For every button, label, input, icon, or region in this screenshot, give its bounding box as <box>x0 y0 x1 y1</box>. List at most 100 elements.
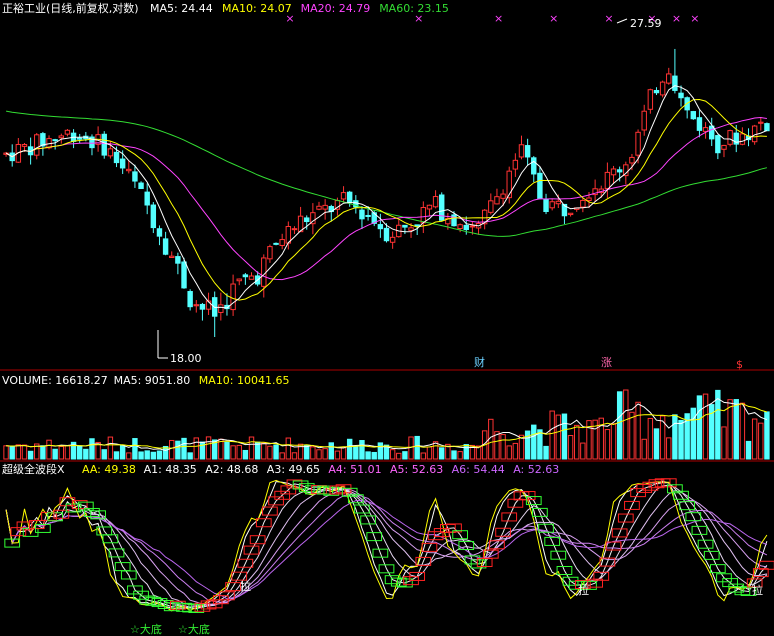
candle <box>58 135 65 139</box>
candle <box>279 239 285 246</box>
signal-x-marker: × <box>549 12 558 25</box>
volume-bar <box>76 445 83 460</box>
volume-bar <box>52 448 58 460</box>
volume-bar <box>463 444 469 460</box>
candle <box>635 131 641 156</box>
candle <box>494 196 500 205</box>
volume-bar <box>310 446 316 460</box>
marker-dollar[interactable]: $ <box>736 358 743 371</box>
volume-bar <box>500 434 506 460</box>
candle <box>672 75 678 91</box>
price-pane[interactable]: × × × × × × × × 27.59 18.00 财 涨 $ <box>3 12 770 371</box>
volume-bar <box>715 389 721 460</box>
volume-bar <box>205 436 212 460</box>
candle <box>346 191 353 204</box>
candle <box>524 145 531 158</box>
volume-bar <box>144 450 150 460</box>
candle <box>340 192 347 200</box>
pull-label: 拉 <box>752 583 763 597</box>
marker-cai[interactable]: 财 <box>474 355 485 369</box>
candle <box>261 257 267 287</box>
volume-bar <box>647 417 654 460</box>
candle <box>304 217 310 223</box>
candle <box>567 212 574 216</box>
indicator-legend-item: A5: 52.63 <box>390 463 443 476</box>
candle <box>132 171 138 182</box>
candle <box>727 130 733 145</box>
candle <box>107 148 114 157</box>
candle <box>359 209 365 220</box>
high-label: 27.59 <box>630 17 662 30</box>
volume-bar <box>64 445 71 460</box>
candle <box>531 157 537 175</box>
volume-bar <box>359 440 365 460</box>
candle <box>52 139 58 142</box>
volume-bar <box>236 444 242 460</box>
volume-bar <box>758 422 764 460</box>
volume-bar <box>3 445 9 460</box>
volume-bar <box>377 442 384 460</box>
volume-bar <box>248 436 255 460</box>
candle <box>187 291 193 308</box>
candle <box>653 89 660 94</box>
volume-bar <box>616 391 623 460</box>
candle <box>537 172 543 199</box>
volume-bar <box>751 418 758 460</box>
candle <box>402 224 408 228</box>
volume-legend-item: VOLUME: 16618.27 <box>2 374 108 387</box>
indicator-legend-item: A: 52.63 <box>513 463 559 476</box>
volume-bar <box>653 428 660 460</box>
signal-x-marker: × <box>414 12 423 25</box>
volume-bar <box>316 449 322 460</box>
marker-zhang[interactable]: 涨 <box>601 356 612 369</box>
bottom-label: ☆大底 <box>178 622 210 636</box>
volume-bar <box>156 450 163 460</box>
candle <box>242 274 249 278</box>
volume-bar <box>285 437 292 460</box>
volume-bar <box>181 437 187 460</box>
volume-bar <box>580 442 586 460</box>
volume-bar <box>727 399 733 460</box>
volume-bar <box>224 441 230 460</box>
volume-bar <box>365 451 371 460</box>
indicator-title: 超级全波段X <box>2 462 65 476</box>
high-pointer <box>616 18 628 24</box>
volume-bar <box>389 449 396 460</box>
candle <box>316 205 322 210</box>
volume-bar <box>396 452 402 460</box>
volume-bar <box>641 438 647 460</box>
volume-bar <box>340 447 347 460</box>
candle <box>138 182 144 190</box>
volume-bar <box>623 389 629 460</box>
candle <box>469 225 476 228</box>
signal-x-marker: × <box>285 12 294 25</box>
volume-bar <box>702 393 709 460</box>
candlesticks <box>3 48 770 337</box>
candle <box>610 168 617 176</box>
indicator-legend-item: A2: 48.68 <box>205 463 258 476</box>
candle <box>764 123 770 132</box>
volume-bar <box>126 452 132 460</box>
volume-bar <box>604 429 611 460</box>
stock-chart[interactable]: 正裕工业(日线,前复权,对数) MA5: 24.44 MA10: 24.07 MA2… <box>0 0 774 636</box>
volume-bar <box>457 451 463 460</box>
candle <box>549 201 555 209</box>
candle <box>488 200 494 213</box>
candle <box>218 304 224 313</box>
ma5-line <box>5 85 768 309</box>
indicator-pane[interactable]: 超级全波段X AA: 49.38 A1: 48.35 A2: 48.68 A3: 49… <box>2 462 774 636</box>
volume-bar <box>261 442 267 460</box>
candle <box>696 117 703 131</box>
candle <box>156 228 163 237</box>
volume-bar <box>426 446 433 460</box>
candle <box>248 275 255 280</box>
volume-pane[interactable]: VOLUME: 16618.27 MA5: 9051.80 MA10: 10041.… <box>2 374 770 460</box>
candle <box>150 204 157 229</box>
candle <box>365 214 371 217</box>
pull-label: 拉 <box>240 579 251 593</box>
indicator-line <box>5 486 768 607</box>
candle <box>580 199 586 208</box>
volume-bar <box>83 448 89 460</box>
volume-bar <box>346 438 353 460</box>
volume-bar <box>169 439 175 460</box>
